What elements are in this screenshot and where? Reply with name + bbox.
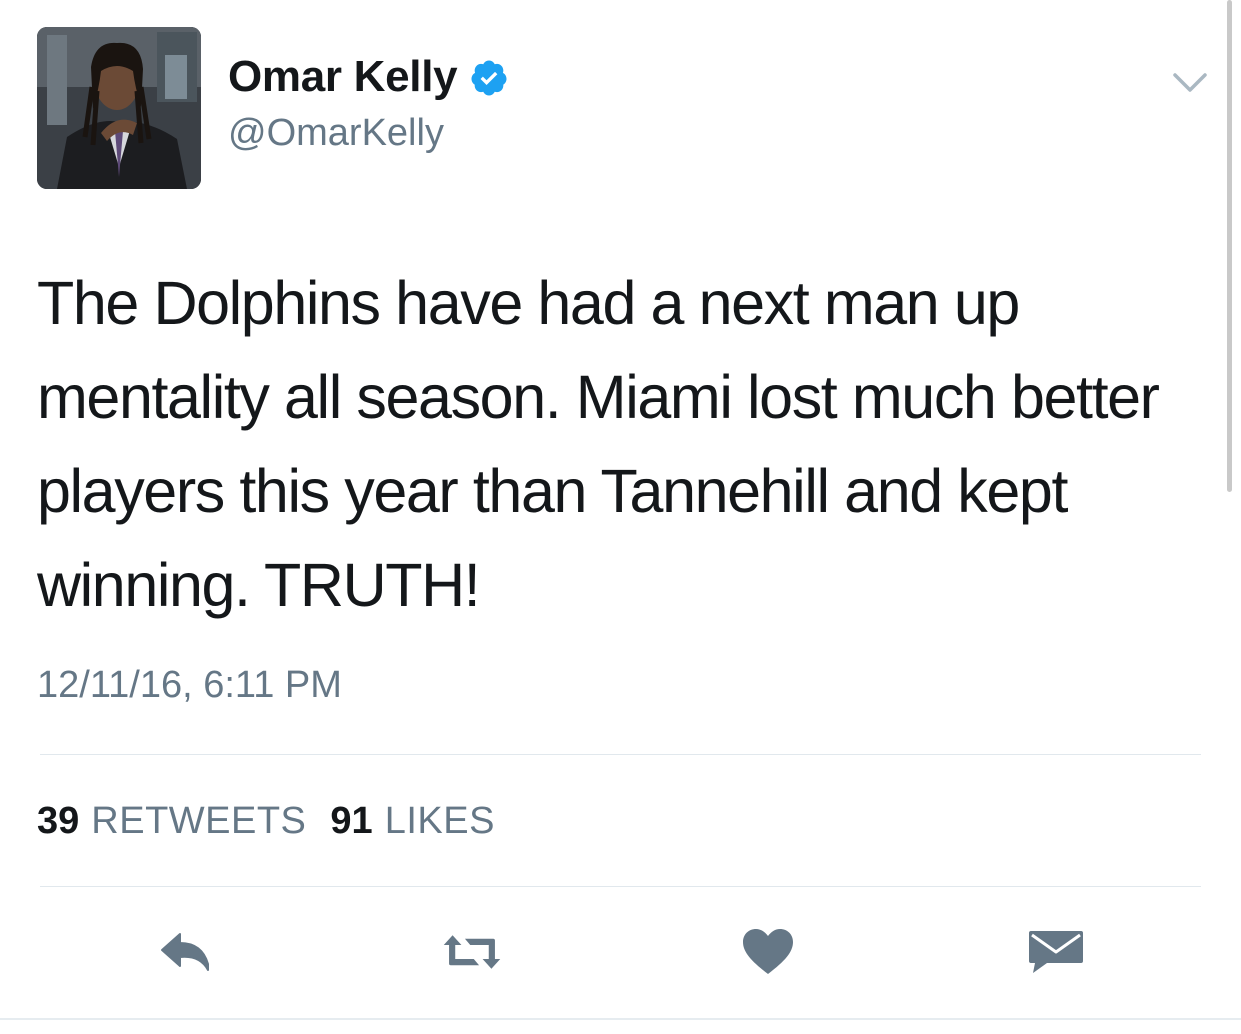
avatar-photo <box>37 27 201 189</box>
divider <box>40 886 1201 887</box>
divider <box>40 754 1201 755</box>
reply-icon <box>161 933 209 971</box>
tweet-timestamp: 12/11/16, 6:11 PM <box>37 664 342 706</box>
likes-label: LIKES <box>384 800 495 842</box>
author-name-row[interactable]: Omar Kelly <box>228 52 509 102</box>
retweet-button[interactable] <box>442 924 502 980</box>
likes-stat[interactable]: 91 LIKES <box>330 800 495 843</box>
scrollbar[interactable] <box>1227 0 1232 492</box>
tweet-stats: 39 RETWEETS 91 LIKES <box>37 800 495 843</box>
display-name[interactable]: Omar Kelly <box>228 52 458 102</box>
like-button[interactable] <box>738 924 798 980</box>
retweets-count: 39 <box>37 800 80 842</box>
reply-button[interactable] <box>156 924 216 980</box>
avatar[interactable] <box>37 27 201 189</box>
retweets-label: RETWEETS <box>91 800 307 842</box>
tweet-text: The Dolphins have had a next man up ment… <box>37 269 1160 619</box>
retweet-icon <box>443 935 501 969</box>
envelope-icon <box>1029 931 1083 973</box>
bottom-divider <box>0 1018 1241 1020</box>
heart-icon <box>743 929 793 974</box>
likes-count: 91 <box>330 800 373 842</box>
chevron-down-icon[interactable] <box>1172 70 1208 96</box>
direct-message-button[interactable] <box>1026 924 1086 980</box>
tweet-detail: Omar Kelly @OmarKelly The Dolphins have … <box>0 0 1241 1034</box>
verified-badge-icon <box>471 60 507 96</box>
user-handle[interactable]: @OmarKelly <box>228 112 444 155</box>
retweets-stat[interactable]: 39 RETWEETS <box>37 800 306 843</box>
